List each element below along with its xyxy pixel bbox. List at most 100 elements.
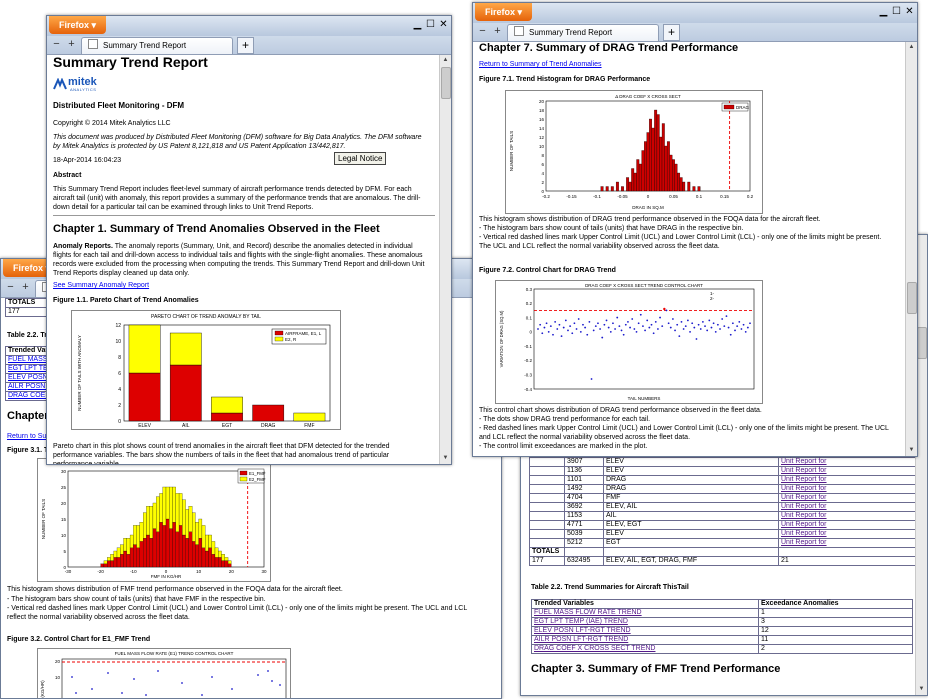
bar [120,544,124,555]
bar [644,141,647,192]
data-point [678,335,681,338]
maximize-button[interactable]: ☐ [891,6,902,18]
figure-1-1-caption: Figure 1.1. Pareto Chart of Trend Anomal… [53,297,199,304]
trend-link[interactable]: ELEV POSN LFT-RGT TREND [534,627,631,634]
scroll-up-arrow[interactable]: ▲ [440,55,451,66]
data-point [716,323,719,326]
scroll-thumb[interactable] [441,67,451,99]
data-point [746,326,749,329]
bar [201,547,206,568]
scroll-down-arrow[interactable]: ▼ [916,684,927,695]
unit-report-link[interactable]: Unit Report for [781,485,827,492]
firefox-menu-button[interactable]: Firefox ▾ [475,3,533,21]
forward-button[interactable]: + [66,38,77,51]
scrollbar[interactable]: ▲ ▼ [905,42,917,456]
data-point [661,325,664,328]
close-window-button[interactable]: ✕ [904,6,915,18]
unit-report-link[interactable]: Unit Report for [781,458,827,465]
trend-link[interactable]: AILR POSN L [8,383,51,390]
data-point [622,333,625,336]
unit-report-link[interactable]: Unit Report for [781,476,827,483]
data-point [545,322,548,325]
unit-report-cell: Unit Report for [778,475,915,485]
y-tick-label: 0.2 [526,301,533,306]
y-tick-label: 6 [118,371,121,377]
legal-notice-button[interactable]: Legal Notice [334,152,387,165]
firefox-menu-button[interactable]: Firefox ▾ [49,16,107,34]
unit-report-link[interactable]: Unit Report for [781,494,827,501]
bar [227,563,232,568]
trend-link[interactable]: DRAG COEF X CROSS SECT TREND [534,645,655,652]
tab-summary-trend-report[interactable]: Summary Trend Report [81,37,233,54]
data-point [740,328,743,330]
unit-report-link[interactable]: Unit Report for [781,521,827,528]
data-point [271,680,273,682]
bar [195,522,199,545]
bar [156,496,160,532]
bar [218,550,222,558]
x-axis-label: FMF IN KG/HR [151,574,182,579]
data-point [714,330,717,333]
bar [152,502,157,529]
forward-button[interactable]: + [20,281,31,294]
data-point [657,328,659,330]
scroll-thumb[interactable] [907,282,917,314]
x-tick-label: -30 [65,569,72,574]
unit-report-link[interactable]: Unit Report for [781,512,827,519]
back-button[interactable]: − [51,38,62,51]
data-point [569,325,572,328]
trend-link[interactable]: DRAG COEF [8,392,50,399]
new-tab-button[interactable]: + [237,37,254,54]
back-button[interactable]: − [477,25,488,38]
return-to-summary-link[interactable]: Return to Summary of Trend Anomalies [479,60,602,69]
bar [156,531,160,568]
data-point [586,333,589,336]
y-tick-label: 0.3 [526,287,533,292]
tab-summary-trend-report[interactable]: Summary Trend Report [507,24,659,41]
scrollbar[interactable]: ▲ ▼ [439,55,451,464]
trend-link[interactable]: AILR POSN LFT-RGT TREND [534,636,628,643]
data-point [279,684,281,686]
see-summary-anomaly-link[interactable]: See Summary Anomaly Report [53,281,149,290]
data-point [648,326,651,329]
minimize-button[interactable]: ▁ [412,19,423,31]
data-point [723,325,726,328]
page-icon [88,39,98,49]
scroll-up-arrow[interactable]: ▲ [906,42,917,53]
minimize-button[interactable]: ▁ [878,6,889,18]
scroll-thumb[interactable] [917,327,927,359]
unit-report-link[interactable]: Unit Report for [781,530,827,537]
back-button[interactable]: − [5,281,16,294]
scroll-down-arrow[interactable]: ▼ [906,445,917,456]
bar [697,186,701,192]
bar [221,560,225,568]
y-tick-label: 10 [55,675,61,680]
bar [221,554,225,561]
page-content: Summary Trend Report mitek ANALYTICS Dis… [47,55,439,464]
unit-report-link[interactable]: Unit Report for [781,539,827,546]
scroll-down-arrow[interactable]: ▼ [440,453,451,464]
table-caption: Table 2.2. Trend Summaries for Aircraft … [531,584,689,591]
data-point [584,326,587,329]
unit-report-link[interactable]: Unit Report for [781,467,827,474]
trend-link[interactable]: FUEL MASS FLOW RATE TREND [534,609,642,616]
data-point [706,329,709,332]
y-tick-label: 8 [541,153,544,158]
anomaly-variables: ELEV [603,457,779,467]
x-tick-label: FMF [304,423,314,429]
close-window-button[interactable]: ✕ [438,19,449,31]
bar [687,181,691,192]
trend-summary-table: Trended Variables Exceedance Anomalies FUE… [531,599,913,654]
bar [211,541,216,555]
maximize-button[interactable]: ☐ [425,19,436,31]
bar [172,486,176,523]
data-point [682,328,685,330]
new-tab-button[interactable]: + [663,24,680,41]
fmf-text-2: - The histogram bars show count of tails… [7,596,266,603]
forward-button[interactable]: + [492,25,503,38]
trend-link[interactable]: EGT LPT TEMP (IAE) TREND [534,618,628,625]
unit-report-link[interactable]: Unit Report for [781,503,827,510]
y-axis-label: (KG/HR) [40,680,45,698]
row-spacer [529,466,565,476]
y-axis-label: VARIATION OF DRAG (SQ.M) [499,310,504,367]
